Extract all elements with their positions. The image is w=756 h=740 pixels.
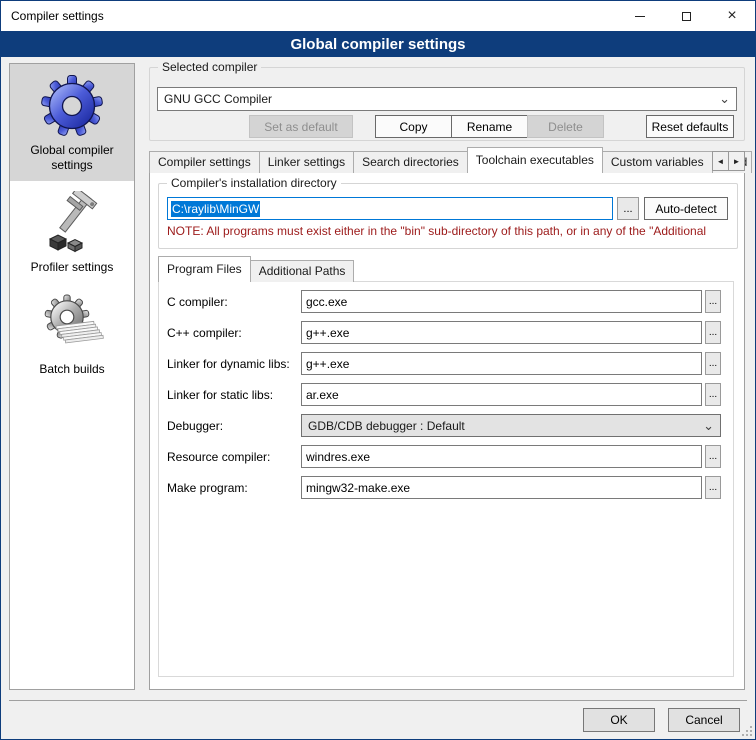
c-compiler-browse-button[interactable]: ... bbox=[705, 290, 721, 313]
compiler-actions-row: Set as default Copy Rename Delete Reset … bbox=[149, 115, 745, 138]
ok-button[interactable]: OK bbox=[583, 708, 655, 732]
field-label: C++ compiler: bbox=[167, 326, 301, 340]
program-files-panel: C compiler: ... C++ compiler: ... Linker… bbox=[158, 281, 734, 677]
field-label: Linker for dynamic libs: bbox=[167, 357, 301, 371]
sidebar-item-label: Global compiler settings bbox=[12, 143, 132, 173]
sidebar-item-batch-builds[interactable]: Batch builds bbox=[10, 283, 134, 385]
minimize-icon bbox=[635, 16, 645, 17]
settings-tabs: Compiler settings Linker settings Search… bbox=[149, 147, 752, 173]
cpp-compiler-browse-button[interactable]: ... bbox=[705, 321, 721, 344]
sidebar-item-global-compiler-settings[interactable]: Global compiler settings bbox=[10, 64, 134, 181]
field-row-c-compiler: C compiler: ... bbox=[167, 290, 721, 313]
linker-static-browse-button[interactable]: ... bbox=[705, 383, 721, 406]
autodetect-button[interactable]: Auto-detect bbox=[644, 197, 728, 220]
chevron-down-icon: ⌄ bbox=[719, 94, 730, 104]
install-dir-browse-button[interactable]: ... bbox=[617, 197, 639, 220]
cpp-compiler-input[interactable] bbox=[301, 321, 702, 344]
field-label: Resource compiler: bbox=[167, 450, 301, 464]
rename-button[interactable]: Rename bbox=[451, 115, 528, 138]
c-compiler-input[interactable] bbox=[301, 290, 702, 313]
copy-button[interactable]: Copy bbox=[375, 115, 452, 138]
linker-dynamic-input[interactable] bbox=[301, 352, 702, 375]
cancel-button[interactable]: Cancel bbox=[668, 708, 740, 732]
set-as-default-button: Set as default bbox=[249, 115, 353, 138]
tab-linker-settings[interactable]: Linker settings bbox=[259, 151, 354, 173]
blue-gear-icon bbox=[40, 74, 104, 138]
subtab-program-files[interactable]: Program Files bbox=[158, 256, 251, 282]
resource-compiler-input[interactable] bbox=[301, 445, 702, 468]
reset-defaults-button[interactable]: Reset defaults bbox=[646, 115, 734, 138]
titlebar: Compiler settings × bbox=[1, 1, 755, 31]
delete-button: Delete bbox=[527, 115, 604, 138]
maximize-button[interactable] bbox=[663, 1, 709, 31]
linker-dynamic-browse-button[interactable]: ... bbox=[705, 352, 721, 375]
caliper-icon bbox=[40, 191, 104, 255]
field-label: C compiler: bbox=[167, 295, 301, 309]
close-icon: × bbox=[727, 8, 736, 24]
chevron-down-icon: ⌄ bbox=[703, 421, 714, 431]
dialog-header: Global compiler settings bbox=[1, 31, 755, 57]
maximize-icon bbox=[682, 12, 691, 21]
sidebar-item-label: Profiler settings bbox=[12, 260, 132, 275]
minimize-button[interactable] bbox=[617, 1, 663, 31]
debugger-value: GDB/CDB debugger : Default bbox=[308, 419, 699, 433]
field-row-linker-dynamic: Linker for dynamic libs: ... bbox=[167, 352, 721, 375]
sidebar-item-label: Batch builds bbox=[12, 362, 132, 377]
tab-search-directories[interactable]: Search directories bbox=[353, 151, 468, 173]
sidebar-item-profiler-settings[interactable]: Profiler settings bbox=[10, 181, 134, 283]
tab-scroll-right-icon[interactable]: ► bbox=[728, 151, 745, 171]
install-dir-group: Compiler's installation directory C:\ray… bbox=[158, 183, 738, 249]
field-label: Make program: bbox=[167, 481, 301, 495]
close-button[interactable]: × bbox=[709, 1, 755, 31]
resize-grip[interactable] bbox=[742, 726, 752, 736]
install-dir-note: NOTE: All programs must exist either in … bbox=[167, 224, 735, 238]
field-row-resource-compiler: Resource compiler: ... bbox=[167, 445, 721, 468]
group-title: Compiler's installation directory bbox=[167, 176, 341, 190]
compiler-settings-dialog: Compiler settings × Global compiler sett… bbox=[0, 0, 756, 740]
tab-toolchain-executables[interactable]: Toolchain executables bbox=[467, 147, 603, 173]
field-row-linker-static: Linker for static libs: ... bbox=[167, 383, 721, 406]
settings-category-list: Global compiler settings bbox=[9, 63, 135, 690]
group-title: Selected compiler bbox=[158, 60, 261, 74]
resource-compiler-browse-button[interactable]: ... bbox=[705, 445, 721, 468]
tab-scroll-left-icon[interactable]: ◄ bbox=[712, 151, 729, 171]
install-dir-value: C:\raylib\MinGW bbox=[171, 201, 260, 217]
tab-compiler-settings[interactable]: Compiler settings bbox=[149, 151, 260, 173]
field-row-make-program: Make program: ... bbox=[167, 476, 721, 499]
toolchain-subtabs: Program Files Additional Paths bbox=[158, 257, 354, 282]
field-label: Linker for static libs: bbox=[167, 388, 301, 402]
field-label: Debugger: bbox=[167, 419, 301, 433]
debugger-dropdown[interactable]: GDB/CDB debugger : Default ⌄ bbox=[301, 414, 721, 437]
tab-scroll-arrows: ◄ ► bbox=[713, 151, 745, 171]
window-title: Compiler settings bbox=[1, 9, 104, 23]
field-row-cpp-compiler: C++ compiler: ... bbox=[167, 321, 721, 344]
selected-compiler-value: GNU GCC Compiler bbox=[164, 92, 715, 106]
make-program-browse-button[interactable]: ... bbox=[705, 476, 721, 499]
footer-divider bbox=[9, 700, 747, 701]
install-dir-input[interactable]: C:\raylib\MinGW bbox=[167, 197, 613, 220]
gray-gear-papers-icon bbox=[40, 293, 104, 357]
subtab-additional-paths[interactable]: Additional Paths bbox=[250, 260, 355, 282]
page-title: Global compiler settings bbox=[290, 36, 465, 53]
tab-custom-variables[interactable]: Custom variables bbox=[602, 151, 713, 173]
make-program-input[interactable] bbox=[301, 476, 702, 499]
toolchain-executables-page: Compiler's installation directory C:\ray… bbox=[149, 172, 745, 690]
field-row-debugger: Debugger: GDB/CDB debugger : Default ⌄ bbox=[167, 414, 721, 437]
selected-compiler-dropdown[interactable]: GNU GCC Compiler ⌄ bbox=[157, 87, 737, 111]
linker-static-input[interactable] bbox=[301, 383, 702, 406]
